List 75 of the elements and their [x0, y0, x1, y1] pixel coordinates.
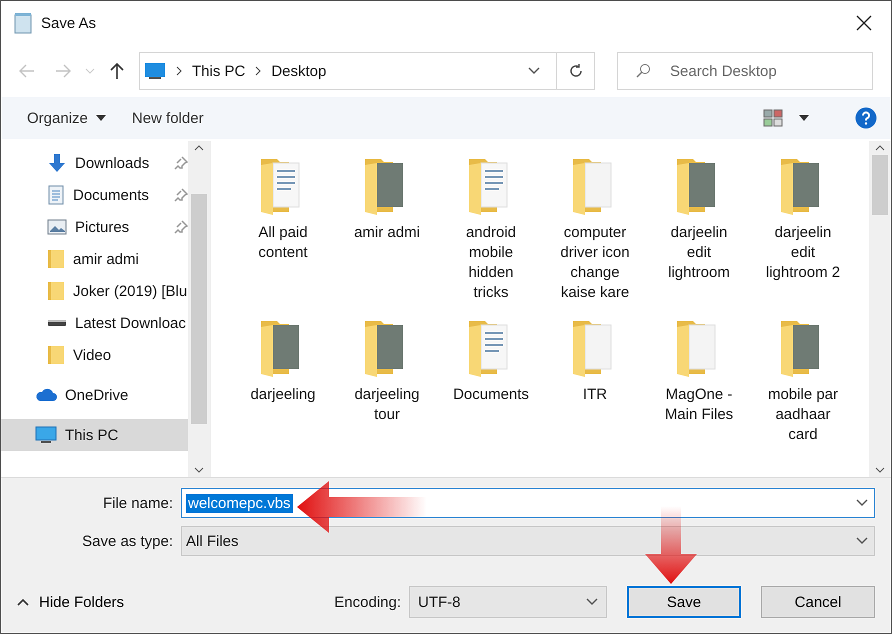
hide-folders-button[interactable]: Hide Folders — [17, 590, 124, 614]
refresh-icon — [568, 63, 584, 79]
sidebar-item[interactable]: Documents — [1, 179, 188, 211]
pin-icon — [174, 220, 188, 234]
folder-icon — [47, 345, 65, 365]
chevron-down-icon[interactable] — [194, 467, 204, 473]
scrollbar[interactable] — [869, 141, 891, 477]
save-type-dropdown[interactable]: All Files — [181, 526, 875, 556]
chevron-up-icon — [17, 598, 29, 606]
folder-item[interactable]: All paid content — [231, 155, 335, 317]
folder-item[interactable]: amir admi — [335, 155, 439, 317]
folder-icon — [47, 281, 65, 301]
breadcrumb[interactable]: This PC — [192, 62, 246, 80]
dropdown-arrow-icon[interactable] — [799, 115, 809, 121]
down-arrow-icon — [47, 153, 67, 173]
close-icon — [856, 15, 872, 31]
folder-item[interactable]: darjeeling — [231, 317, 335, 477]
chevron-down-icon — [528, 67, 540, 75]
encoding-label: Encoding: — [334, 594, 401, 610]
document-icon — [47, 185, 65, 205]
chevron-down-icon — [586, 598, 598, 606]
scrollbar-thumb[interactable] — [872, 155, 888, 215]
sidebar-item[interactable]: Joker (2019) [Blu — [1, 275, 188, 307]
help-icon[interactable] — [855, 107, 877, 129]
dropdown-arrow-icon — [96, 115, 106, 121]
sidebar-item[interactable]: OneDrive — [1, 379, 188, 411]
save-button[interactable]: Save — [627, 586, 741, 618]
sidebar-item[interactable]: amir admi — [1, 243, 188, 275]
sidebar-item[interactable]: This PC — [1, 419, 188, 451]
monitor-icon — [35, 426, 57, 444]
monitor-icon — [144, 62, 166, 80]
field-label: File name: — [102, 494, 173, 512]
folder-item[interactable]: darjeeling tour — [335, 317, 439, 477]
field-label: Save as type: — [81, 532, 173, 550]
encoding-dropdown[interactable]: UTF-8 — [409, 586, 607, 618]
breadcrumb[interactable]: Desktop — [271, 62, 326, 80]
folder-item[interactable]: mobile par aadhaar card — [751, 317, 855, 477]
search-field[interactable]: Search Desktop — [617, 52, 873, 90]
drive-icon — [47, 318, 67, 328]
window-title: Save As — [41, 14, 98, 32]
sidebar-item[interactable]: Video — [1, 339, 188, 371]
folder-item[interactable]: computer driver icon change kaise kare — [543, 155, 647, 317]
pin-icon — [174, 188, 188, 202]
folder-item[interactable]: ITR — [543, 317, 647, 477]
sidebar-item[interactable]: Latest Downloac — [1, 307, 188, 339]
picture-icon — [47, 219, 67, 235]
arrow-right-icon — [55, 64, 71, 78]
pin-icon — [174, 156, 188, 170]
chevron-down-icon[interactable] — [875, 467, 885, 473]
scrollbar[interactable] — [188, 141, 210, 477]
folder-item[interactable]: android mobile hidden tricks — [439, 155, 543, 317]
chevron-down-icon — [856, 537, 868, 545]
folder-item[interactable]: Documents — [439, 317, 543, 477]
cancel-button[interactable]: Cancel — [761, 586, 875, 618]
scrollbar-thumb[interactable] — [191, 194, 207, 424]
folder-item[interactable]: MagOne - Main Files — [647, 317, 751, 477]
chevron-up-icon[interactable] — [875, 145, 885, 151]
sidebar-item[interactable]: Pictures — [1, 211, 188, 243]
folder-item[interactable]: darjeelin edit lightroom 2 — [751, 155, 855, 317]
new-folder-button[interactable]: New folder — [122, 104, 214, 132]
cloud-icon — [35, 388, 57, 402]
chevron-down-icon — [856, 499, 868, 507]
chevron-right-icon — [255, 66, 262, 76]
arrow-up-icon — [110, 62, 124, 80]
notepad-icon — [13, 12, 33, 34]
chevron-up-icon[interactable] — [194, 145, 204, 151]
sidebar-item[interactable]: Downloads — [1, 147, 188, 179]
folder-icon — [47, 249, 65, 269]
search-icon — [635, 63, 651, 79]
view-options-icon[interactable] — [763, 109, 783, 127]
folder-item[interactable]: darjeelin edit lightroom — [647, 155, 751, 317]
address-bar[interactable]: This PC Desktop — [139, 52, 595, 90]
arrow-left-icon — [19, 64, 35, 78]
chevron-right-icon — [176, 66, 182, 76]
organize-button[interactable]: Organize — [17, 104, 116, 132]
